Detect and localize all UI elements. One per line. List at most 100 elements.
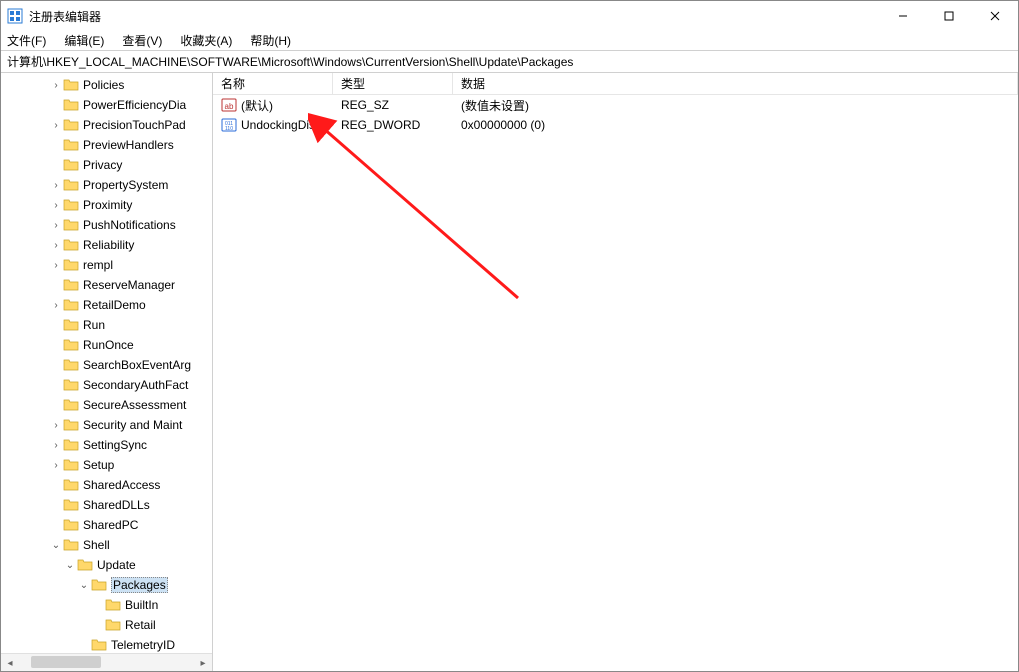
chevron-right-icon[interactable]: › xyxy=(49,120,63,131)
tree-item[interactable]: TelemetryID xyxy=(1,635,212,653)
chevron-down-icon[interactable]: ⌄ xyxy=(77,580,91,591)
tree-item[interactable]: ⌄ Shell xyxy=(1,535,212,555)
folder-icon xyxy=(63,158,79,172)
folder-icon xyxy=(63,418,79,432)
scrollbar-thumb[interactable] xyxy=(31,656,101,668)
chevron-right-icon[interactable]: › xyxy=(49,220,63,231)
tree-item[interactable]: › SettingSync xyxy=(1,435,212,455)
tree-item-label: Setup xyxy=(83,458,114,472)
tree-item[interactable]: ⌄ Packages xyxy=(1,575,212,595)
list-row[interactable]: ab(默认)REG_SZ(数值未设置) xyxy=(213,95,1018,115)
chevron-down-icon[interactable]: ⌄ xyxy=(49,540,63,551)
chevron-right-icon[interactable]: › xyxy=(49,200,63,211)
chevron-down-icon[interactable]: ⌄ xyxy=(63,560,77,571)
tree-item-label: Retail xyxy=(125,618,156,632)
folder-icon xyxy=(63,498,79,512)
folder-icon xyxy=(63,458,79,472)
tree-item-label: rempl xyxy=(83,258,113,272)
close-button[interactable] xyxy=(972,1,1018,31)
tree-item-label: Security and Maint xyxy=(83,418,182,432)
tree-item[interactable]: ›PushNotifications xyxy=(1,215,212,235)
scroll-right-button[interactable]: ▸ xyxy=(194,654,212,671)
tree-item[interactable]: ›Policies xyxy=(1,75,212,95)
tree-item-label: SecureAssessment xyxy=(83,398,186,412)
chevron-right-icon[interactable]: › xyxy=(49,260,63,271)
tree-item[interactable]: › rempl xyxy=(1,255,212,275)
tree-item[interactable]: BuiltIn xyxy=(1,595,212,615)
tree-item-label: Run xyxy=(83,318,105,332)
tree-item-label: BuiltIn xyxy=(125,598,158,612)
folder-icon xyxy=(63,478,79,492)
tree-item-label: RunOnce xyxy=(83,338,134,352)
tree-item-label: Shell xyxy=(83,538,110,552)
tree-item[interactable]: › PrecisionTouchPad xyxy=(1,115,212,135)
tree-panel: ›PoliciesPowerEfficiencyDia › PrecisionTou… xyxy=(1,73,213,671)
tree-item[interactable]: › PropertySystem xyxy=(1,175,212,195)
tree-item-label: PreviewHandlers xyxy=(83,138,174,152)
tree-item[interactable]: SecondaryAuthFact xyxy=(1,375,212,395)
folder-icon xyxy=(91,578,107,592)
tree-item[interactable]: ⌄Update xyxy=(1,555,212,575)
tree-item[interactable]: SharedPC xyxy=(1,515,212,535)
maximize-button[interactable] xyxy=(926,1,972,31)
folder-icon xyxy=(63,218,79,232)
tree-item-label: SearchBoxEventArg xyxy=(83,358,191,372)
folder-icon xyxy=(63,78,79,92)
column-header-type[interactable]: 类型 xyxy=(333,73,453,94)
tree-item[interactable]: ›RetailDemo xyxy=(1,295,212,315)
tree-item[interactable]: SecureAssessment xyxy=(1,395,212,415)
menu-file[interactable]: 文件(F) xyxy=(5,32,48,49)
folder-icon xyxy=(63,258,79,272)
tree-item-label: Packages xyxy=(111,577,168,593)
folder-icon xyxy=(63,298,79,312)
scroll-left-button[interactable]: ◂ xyxy=(1,654,19,671)
tree-horizontal-scrollbar[interactable]: ◂ ▸ xyxy=(1,653,212,671)
tree-item[interactable]: SharedDLLs xyxy=(1,495,212,515)
tree-item-label: SettingSync xyxy=(83,438,147,452)
tree-item[interactable]: ReserveManager xyxy=(1,275,212,295)
column-header-data[interactable]: 数据 xyxy=(453,73,1018,94)
tree-item[interactable]: Run xyxy=(1,315,212,335)
chevron-right-icon[interactable]: › xyxy=(49,80,63,91)
tree-item[interactable]: SharedAccess xyxy=(1,475,212,495)
chevron-right-icon[interactable]: › xyxy=(49,440,63,451)
cell-data: (数值未设置) xyxy=(453,97,1018,114)
folder-icon xyxy=(63,318,79,332)
tree-item[interactable]: › Security and Maint xyxy=(1,415,212,435)
window-title: 注册表编辑器 xyxy=(29,8,101,25)
list-body[interactable]: ab(默认)REG_SZ(数值未设置)011110UndockingDis...… xyxy=(213,95,1018,671)
cell-data: 0x00000000 (0) xyxy=(453,118,1018,132)
tree-item[interactable]: RunOnce xyxy=(1,335,212,355)
tree-item[interactable]: PowerEfficiencyDia xyxy=(1,95,212,115)
tree-item[interactable]: Retail xyxy=(1,615,212,635)
menu-view[interactable]: 查看(V) xyxy=(120,32,164,49)
minimize-button[interactable] xyxy=(880,1,926,31)
cell-type: REG_DWORD xyxy=(333,118,453,132)
tree-item-label: PrecisionTouchPad xyxy=(83,118,186,132)
tree-item[interactable]: ›Reliability xyxy=(1,235,212,255)
tree-item-label: SharedDLLs xyxy=(83,498,150,512)
tree-item[interactable]: SearchBoxEventArg xyxy=(1,355,212,375)
chevron-right-icon[interactable]: › xyxy=(49,300,63,311)
folder-icon xyxy=(63,238,79,252)
list-row[interactable]: 011110UndockingDis...REG_DWORD0x00000000… xyxy=(213,115,1018,135)
column-header-name[interactable]: 名称 xyxy=(213,73,333,94)
list-panel: 名称 类型 数据 ab(默认)REG_SZ(数值未设置)011110Undock… xyxy=(213,73,1018,671)
tree-item[interactable]: Privacy xyxy=(1,155,212,175)
menu-help[interactable]: 帮助(H) xyxy=(248,32,293,49)
menu-favorites[interactable]: 收藏夹(A) xyxy=(178,32,234,49)
tree-item[interactable]: PreviewHandlers xyxy=(1,135,212,155)
menu-edit[interactable]: 编辑(E) xyxy=(62,32,106,49)
menubar: 文件(F) 编辑(E) 查看(V) 收藏夹(A) 帮助(H) xyxy=(1,31,1018,51)
chevron-right-icon[interactable]: › xyxy=(49,420,63,431)
address-bar[interactable]: 计算机\HKEY_LOCAL_MACHINE\SOFTWARE\Microsof… xyxy=(1,51,1018,73)
tree-view[interactable]: ›PoliciesPowerEfficiencyDia › PrecisionTou… xyxy=(1,73,212,653)
tree-item[interactable]: ›Proximity xyxy=(1,195,212,215)
tree-item[interactable]: › Setup xyxy=(1,455,212,475)
tree-item-label: PropertySystem xyxy=(83,178,168,192)
folder-icon xyxy=(63,378,79,392)
chevron-right-icon[interactable]: › xyxy=(49,240,63,251)
chevron-right-icon[interactable]: › xyxy=(49,180,63,191)
chevron-right-icon[interactable]: › xyxy=(49,460,63,471)
value-name: UndockingDis... xyxy=(241,118,325,132)
